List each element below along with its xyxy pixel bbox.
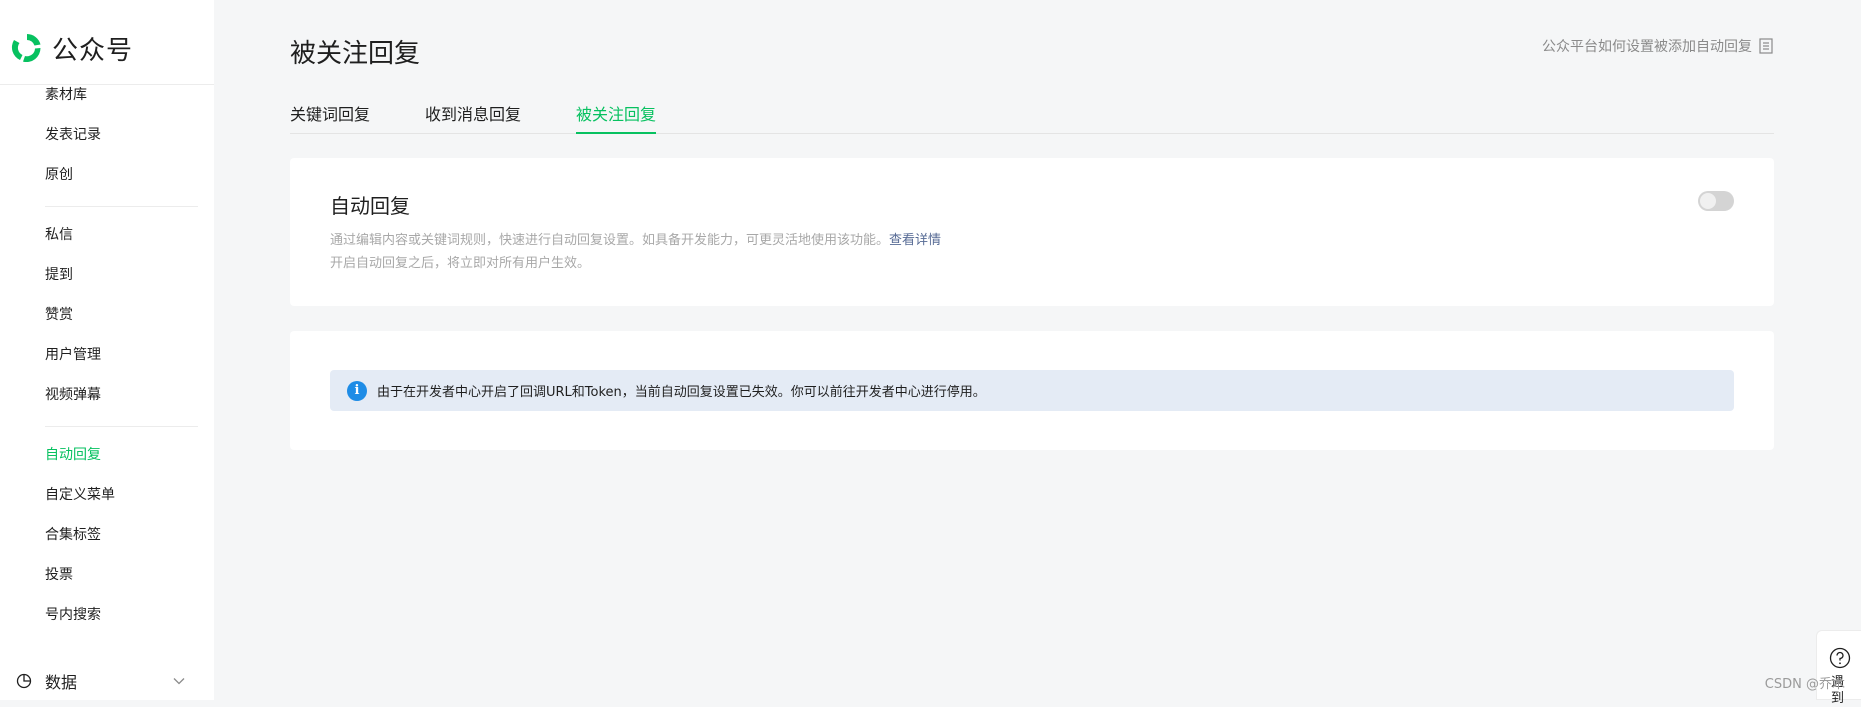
sidebar-item-video-danmaku[interactable]: 视频弹幕 <box>45 385 101 405</box>
logo-divider <box>0 84 214 85</box>
help-doc-link-label: 公众平台如何设置被添加自动回复 <box>1542 39 1752 55</box>
sidebar-item-custom-menu[interactable]: 自定义菜单 <box>45 485 115 505</box>
sidebar-item-original[interactable]: 原创 <box>45 165 73 185</box>
sidebar-item-mentions[interactable]: 提到 <box>45 265 73 285</box>
info-icon: i <box>347 380 367 401</box>
app-logo[interactable]: 公众号 <box>10 30 133 66</box>
sidebar-item-in-account-search[interactable]: 号内搜索 <box>45 605 101 625</box>
auto-reply-card: 自动回复 通过编辑内容或关键词规则，快速进行自动回复设置。如具备开发能力，可更灵… <box>290 158 1774 306</box>
sidebar-divider <box>45 206 198 207</box>
document-icon <box>1759 38 1773 54</box>
sidebar-item-auto-reply[interactable]: 自动回复 <box>45 445 101 465</box>
tab-message-reply[interactable]: 收到消息回复 <box>425 104 521 132</box>
sidebar-item-material-library[interactable]: 素材库 <box>45 85 87 105</box>
wechat-official-account-logo-icon <box>11 34 41 63</box>
sidebar-group-label: 数据 <box>45 673 78 692</box>
notice-card: i 由于在开发者中心开启了回调URL和Token，当前自动回复设置已失效。你可以… <box>290 331 1774 450</box>
chevron-down-icon <box>173 678 185 685</box>
sidebar-item-voting[interactable]: 投票 <box>45 565 73 585</box>
help-doc-link[interactable]: 公众平台如何设置被添加自动回复 <box>1542 36 1773 56</box>
auto-reply-title: 自动回复 <box>330 194 410 218</box>
sidebar-divider <box>45 426 198 427</box>
csdn-watermark: CSDN @乔木 <box>1764 677 1845 692</box>
toggle-knob <box>1700 193 1716 209</box>
sidebar-group-data[interactable]: 数据 <box>16 668 186 694</box>
auto-reply-desc-note: 开启自动回复之后，将立即对所有用户生效。 <box>330 256 591 271</box>
app-name: 公众号 <box>52 35 134 66</box>
auto-reply-desc-line: 通过编辑内容或关键词规则，快速进行自动回复设置。如具备开发能力，可更灵活地使用该… <box>330 229 941 252</box>
pie-chart-icon <box>16 673 32 689</box>
tab-follow-reply[interactable]: 被关注回复 <box>576 104 657 134</box>
auto-reply-desc-text: 通过编辑内容或关键词规则，快速进行自动回复设置。如具备开发能力，可更灵活地使用该… <box>330 233 890 248</box>
view-details-link[interactable]: 查看详情 <box>889 233 941 248</box>
notice-text: 由于在开发者中心开启了回调URL和Token，当前自动回复设置已失效。你可以前往… <box>377 385 986 400</box>
auto-reply-toggle[interactable] <box>1698 191 1734 211</box>
auto-reply-description: 通过编辑内容或关键词规则，快速进行自动回复设置。如具备开发能力，可更灵活地使用该… <box>330 229 941 275</box>
sidebar-item-collection-tags[interactable]: 合集标签 <box>45 525 101 545</box>
tab-keyword-reply[interactable]: 关键词回复 <box>290 104 370 132</box>
page-title: 被关注回复 <box>290 39 421 69</box>
developer-notice-banner: i 由于在开发者中心开启了回调URL和Token，当前自动回复设置已失效。你可以… <box>330 370 1734 411</box>
main-content: 被关注回复 公众平台如何设置被添加自动回复 关键词回复 收到消息回复 被关注回复… <box>214 0 1861 706</box>
reply-tabs: 关键词回复 收到消息回复 被关注回复 <box>290 104 1774 134</box>
sidebar-item-rewards[interactable]: 赞赏 <box>45 305 73 325</box>
question-circle-icon <box>1829 647 1851 669</box>
sidebar-item-user-management[interactable]: 用户管理 <box>45 345 101 365</box>
sidebar: 公众号 素材库 发表记录 原创 私信 提到 赞赏 用户管理 视频弹幕 自动回复 … <box>0 0 214 700</box>
sidebar-item-private-messages[interactable]: 私信 <box>45 225 73 245</box>
sidebar-item-publish-records[interactable]: 发表记录 <box>45 125 101 145</box>
